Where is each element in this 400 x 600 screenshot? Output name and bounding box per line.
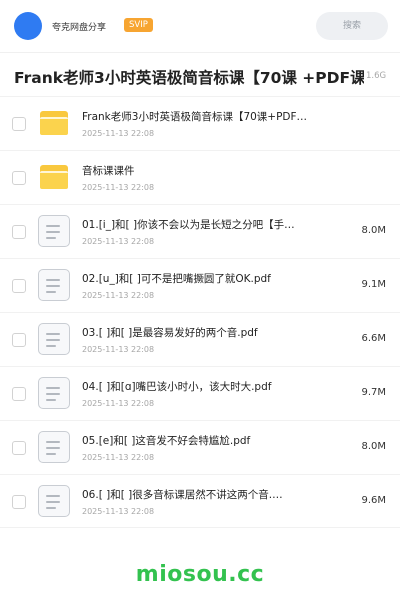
document-icon [38, 377, 70, 409]
share-title: Frank老师3小时英语极简音标课【70课 +PDF课件】 [14, 69, 364, 87]
file-name: 06.[ ]和[ ]很多音标课居然不讲这两个音.… [82, 489, 283, 501]
document-icon [38, 215, 70, 247]
file-name: 03.[ ]和[ ]是最容易发好的两个音.pdf [82, 327, 258, 339]
avatar[interactable] [14, 12, 42, 40]
folder-row[interactable]: 音标课课件 2025-11-13 22:08 [0, 150, 400, 204]
row-checkbox[interactable] [12, 171, 26, 185]
row-checkbox[interactable] [12, 333, 26, 347]
document-icon [38, 323, 70, 355]
folder-icon [40, 165, 68, 189]
file-date: 2025-11-13 22:08 [82, 129, 155, 138]
row-checkbox[interactable] [12, 225, 26, 239]
file-row[interactable]: 06.[ ]和[ ]很多音标课居然不讲这两个音.… 2025-11-13 22:0… [0, 474, 400, 528]
folder-row[interactable]: Frank老师3小时英语极简音标课【70课+PDF… 2025-11-13 22:… [0, 96, 400, 150]
file-name: Frank老师3小时英语极简音标课【70课+PDF… [82, 111, 308, 123]
file-date: 2025-11-13 22:08 [82, 183, 155, 192]
file-name: 05.[e]和[ ]这音发不好会特尴尬.pdf [82, 435, 251, 447]
file-name: 02.[u_]和[ ]可不是把嘴撅圆了就OK.pdf [82, 273, 271, 285]
row-checkbox[interactable] [12, 441, 26, 455]
file-size: 8.0M [361, 225, 386, 236]
file-size: 9.6M [361, 495, 386, 506]
header-divider [0, 52, 400, 53]
file-date: 2025-11-13 22:08 [82, 453, 155, 462]
folder-icon [40, 111, 68, 135]
document-icon [38, 485, 70, 517]
file-row[interactable]: 01.[i_]和[ ]你该不会以为是长短之分吧【手… 2025-11-13 22:… [0, 204, 400, 258]
total-size: 1.6G [366, 71, 387, 81]
file-name: 音标课课件 [82, 165, 135, 177]
file-date: 2025-11-13 22:08 [82, 237, 155, 246]
row-checkbox[interactable] [12, 279, 26, 293]
file-row[interactable]: 04.[ ]和[ɑ]嘴巴该小时小，该大时大.pdf 2025-11-13 22:0… [0, 366, 400, 420]
file-date: 2025-11-13 22:08 [82, 345, 155, 354]
file-date: 2025-11-13 22:08 [82, 399, 155, 408]
file-size: 6.6M [361, 333, 386, 344]
file-size: 9.1M [361, 279, 386, 290]
file-row[interactable]: 05.[e]和[ ]这音发不好会特尴尬.pdf 2025-11-13 22:08 8… [0, 420, 400, 474]
user-name: 夸克网盘分享 [52, 23, 107, 33]
search-input[interactable]: 搜索 [316, 12, 388, 40]
file-name: 01.[i_]和[ ]你该不会以为是长短之分吧【手… [82, 219, 295, 231]
file-list: Frank老师3小时英语极简音标课【70课+PDF… 2025-11-13 22:… [0, 96, 400, 528]
file-row[interactable]: 03.[ ]和[ ]是最容易发好的两个音.pdf 2025-11-13 22:08… [0, 312, 400, 366]
document-icon [38, 269, 70, 301]
row-checkbox[interactable] [12, 495, 26, 509]
file-date: 2025-11-13 22:08 [82, 291, 155, 300]
watermark: miosou.cc [135, 562, 265, 587]
file-date: 2025-11-13 22:08 [82, 507, 155, 516]
document-icon [38, 431, 70, 463]
file-size: 8.0M [361, 441, 386, 452]
file-name: 04.[ ]和[ɑ]嘴巴该小时小，该大时大.pdf [82, 381, 272, 393]
file-row[interactable]: 02.[u_]和[ ]可不是把嘴撅圆了就OK.pdf 2025-11-13 22:… [0, 258, 400, 312]
svip-badge: SVIP [124, 18, 153, 32]
top-bar: 夸克网盘分享 SVIP 搜索 [0, 0, 400, 52]
row-checkbox[interactable] [12, 117, 26, 131]
file-size: 9.7M [361, 387, 386, 398]
row-checkbox[interactable] [12, 387, 26, 401]
